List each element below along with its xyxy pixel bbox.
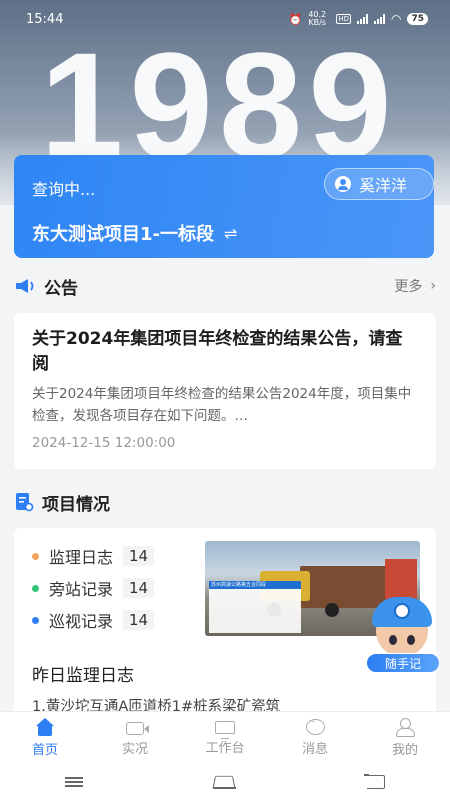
stat-count: 14 xyxy=(123,610,155,630)
notice-title-label: 公告 xyxy=(44,278,78,299)
project-status-title: 项目情况 xyxy=(14,490,110,515)
green-dot-icon xyxy=(32,584,39,592)
notice-item-title: 关于2024年集团项目年终检查的结果公告，请查阅 xyxy=(32,329,403,374)
profile-icon xyxy=(395,718,415,737)
back-icon[interactable] xyxy=(363,774,385,789)
notice-item-time: 2024-12-15 12:00:00 xyxy=(32,435,176,451)
user-pill[interactable]: 奚洋洋 xyxy=(324,168,434,200)
signal-icon xyxy=(356,14,368,24)
stat-count: 14 xyxy=(123,546,155,566)
stat-row-patrol-record[interactable]: 巡视记录 14 xyxy=(32,604,155,636)
status-time: 15:44 xyxy=(26,11,64,27)
project-selector[interactable]: 东大测试项目1-一标段 ⇌ xyxy=(32,220,237,246)
project-name: 东大测试项目1-一标段 xyxy=(32,224,214,245)
photo-stamp-title: 苏州高速公路第五合同段 xyxy=(209,581,301,589)
system-nav-bar xyxy=(0,764,450,800)
battery-icon: 75 xyxy=(407,13,428,25)
notice-card[interactable]: 关于2024年集团项目年终检查的结果公告，请查阅 关于2024年集团项目年终检查… xyxy=(14,313,436,469)
stat-label: 旁站记录 xyxy=(49,580,114,599)
bottom-tab-bar: 首页 实况 工作台 消息 我的 xyxy=(0,712,450,764)
quick-note-button[interactable]: 随手记 xyxy=(366,653,440,673)
project-status-header: 项目情况 xyxy=(14,488,110,516)
document-icon xyxy=(16,493,34,512)
photo-truck-cab xyxy=(385,559,417,599)
mascot-eye xyxy=(407,635,415,645)
more-link[interactable]: 更多 › xyxy=(394,276,436,296)
swap-icon: ⇌ xyxy=(224,223,238,243)
more-label: 更多 xyxy=(394,279,423,295)
tab-label: 实况 xyxy=(121,741,148,757)
photo-wheel xyxy=(325,603,339,617)
photo-stamp: 苏州高速公路第五合同段 xyxy=(209,581,301,633)
home-icon xyxy=(34,718,56,736)
wifi-icon: ◠ xyxy=(390,12,402,26)
message-icon xyxy=(305,717,325,735)
user-name: 奚洋洋 xyxy=(359,176,408,195)
tab-label: 我的 xyxy=(391,743,418,758)
status-icons: ⏰ 40.2 KB/s HD ◠ 75 xyxy=(289,11,428,27)
menu-icon[interactable] xyxy=(65,776,84,788)
hd-icon: HD xyxy=(336,14,351,24)
tab-home[interactable]: 首页 xyxy=(0,712,90,764)
chevron-right-icon: › xyxy=(430,278,436,294)
network-speed: 40.2 KB/s xyxy=(308,10,327,27)
tab-label: 首页 xyxy=(31,743,58,758)
tab-live[interactable]: 实况 xyxy=(90,712,180,764)
tab-label: 消息 xyxy=(301,742,328,757)
home-nav-icon[interactable] xyxy=(213,775,236,789)
desk-icon xyxy=(215,720,235,739)
notice-section-title: 公告 xyxy=(14,274,78,299)
stat-row-supervision-log[interactable]: 监理日志 14 xyxy=(32,540,155,572)
tab-messages[interactable]: 消息 xyxy=(270,712,360,764)
camera-icon xyxy=(126,721,149,735)
project-card: 查询中... 奚洋洋 东大测试项目1-一标段 ⇌ xyxy=(14,155,434,258)
stat-row-side-record[interactable]: 旁站记录 14 xyxy=(32,572,155,604)
stat-label: 巡视记录 xyxy=(49,612,114,631)
mascot-eye xyxy=(389,635,397,645)
status-bar: 15:44 ⏰ 40.2 KB/s HD ◠ 75 xyxy=(0,0,450,38)
project-status-label: 项目情况 xyxy=(42,494,110,515)
notice-item-summary: 关于2024年集团项目年终检查的结果公告2024年度，项目集中检查，发现各项目存… xyxy=(32,386,412,424)
user-icon xyxy=(335,176,351,192)
tab-workbench[interactable]: 工作台 xyxy=(180,712,270,764)
tab-profile[interactable]: 我的 xyxy=(360,712,450,764)
stat-label: 监理日志 xyxy=(49,548,114,567)
stat-count: 14 xyxy=(123,578,155,598)
megaphone-icon xyxy=(16,279,34,293)
signal-2-icon xyxy=(373,14,385,24)
query-status: 查询中... xyxy=(32,180,96,199)
alarm-icon: ⏰ xyxy=(288,12,303,26)
blue-dot-icon xyxy=(32,616,39,624)
orange-dot-icon xyxy=(32,552,39,560)
yesterday-log-title: 昨日监理日志 xyxy=(32,666,134,686)
stat-list: 监理日志 14 旁站记录 14 巡视记录 14 xyxy=(32,540,155,636)
helmet-badge xyxy=(394,603,410,619)
notice-header: 公告 更多 › xyxy=(14,272,436,300)
tab-label: 工作台 xyxy=(205,740,245,756)
